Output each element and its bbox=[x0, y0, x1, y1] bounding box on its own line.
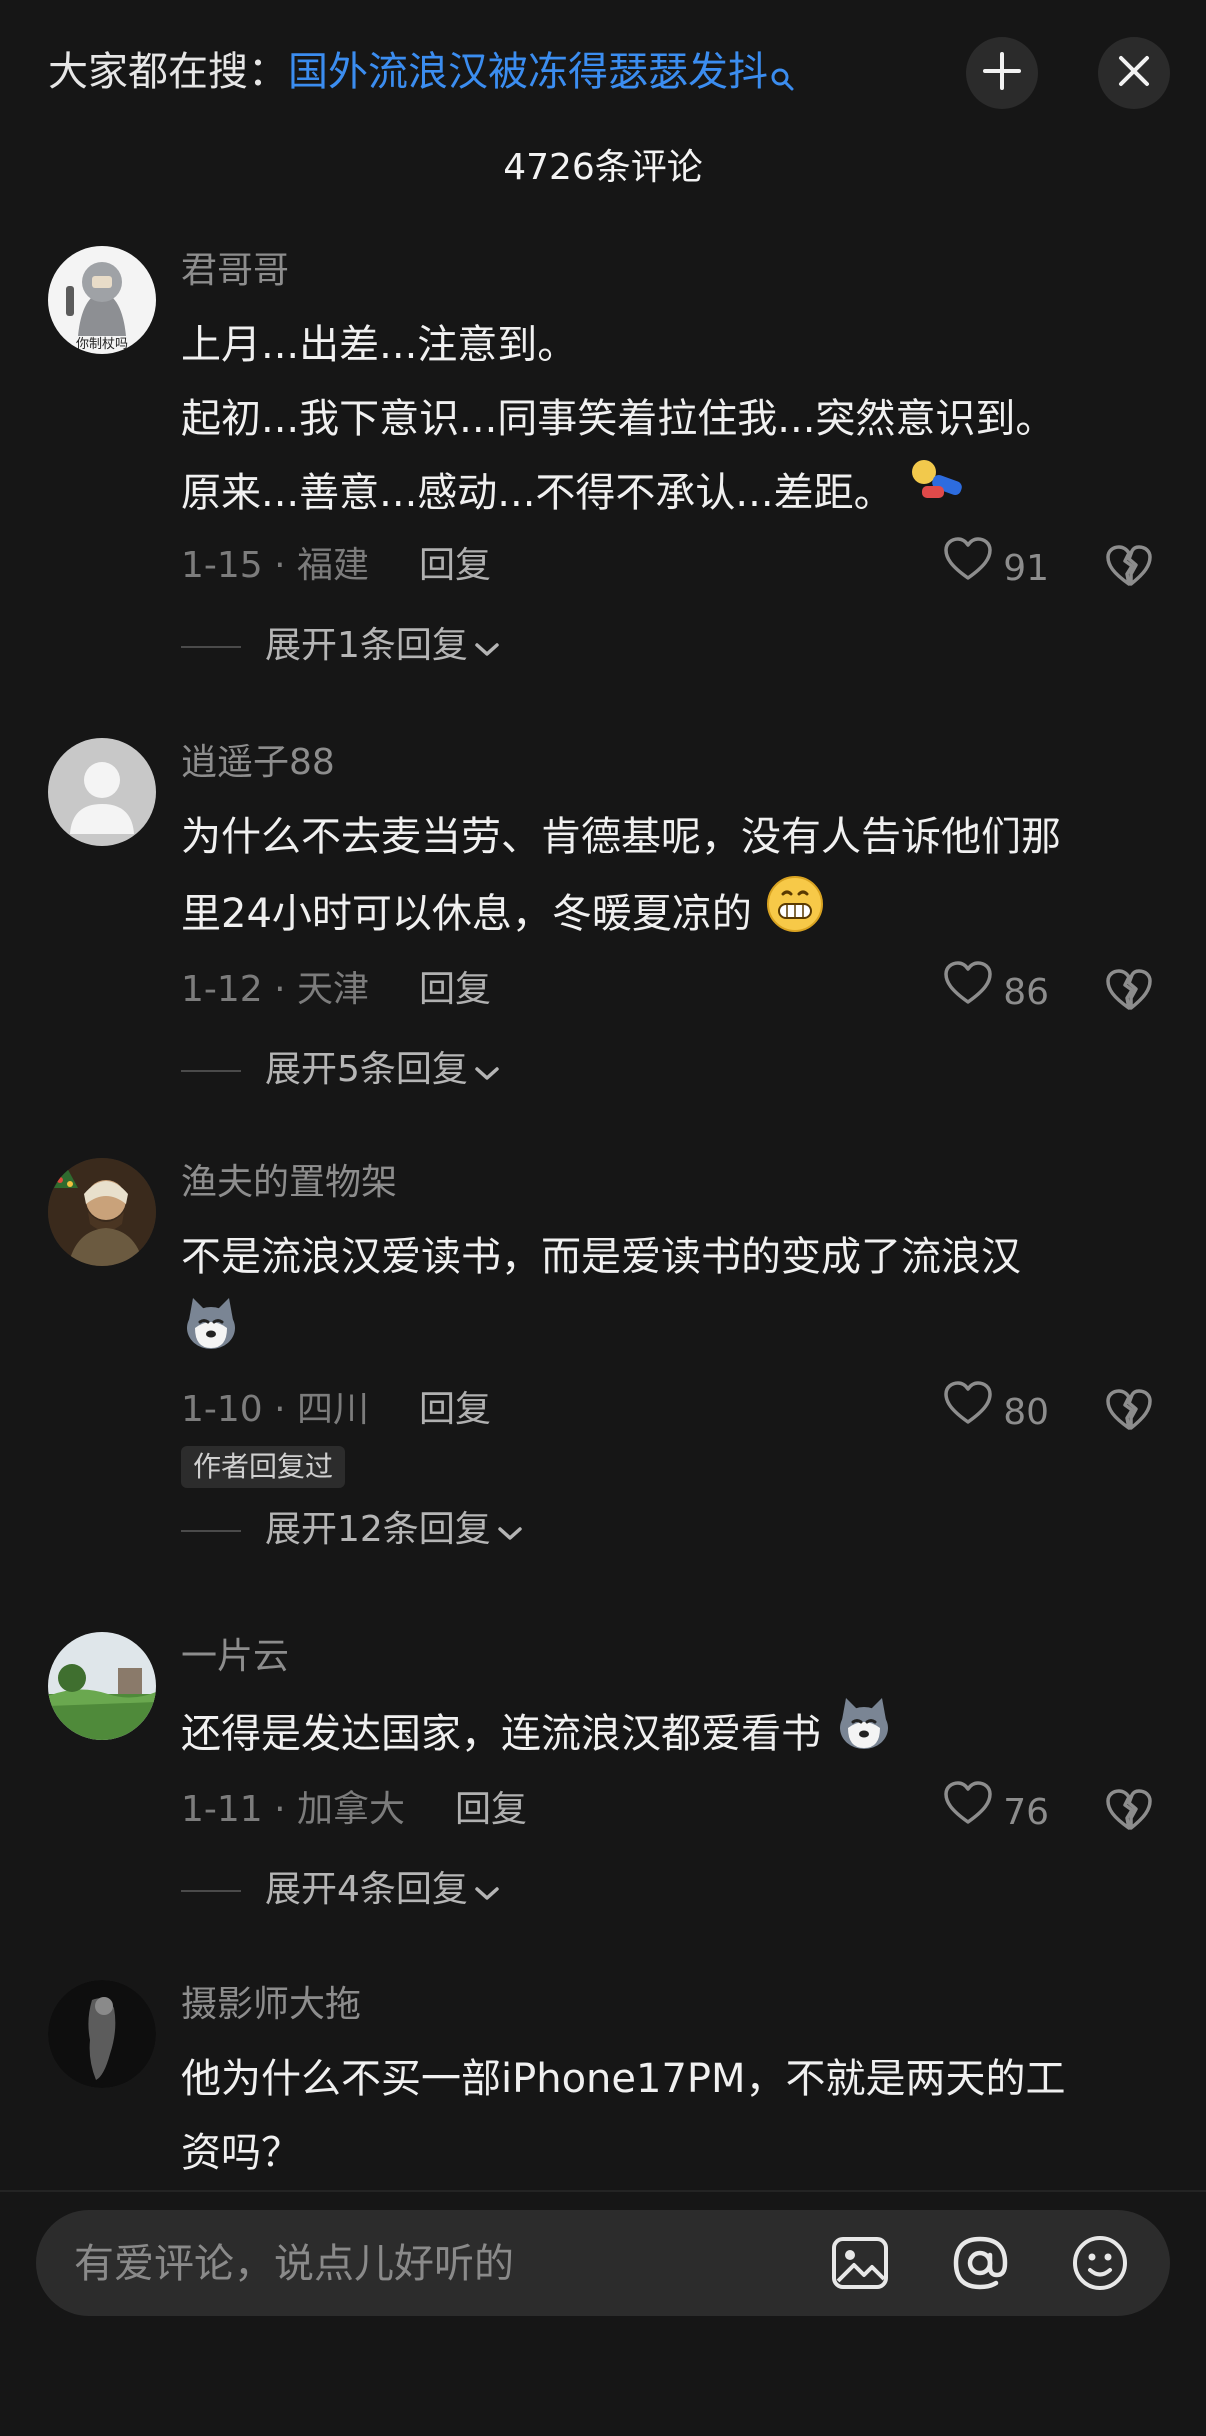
heart-icon bbox=[943, 960, 993, 1025]
divider bbox=[181, 1890, 241, 1892]
grin-emoji bbox=[765, 874, 825, 958]
chevron-down-icon bbox=[474, 617, 500, 677]
expand-replies-label: 展开12条回复 bbox=[265, 1509, 491, 1550]
close-icon bbox=[1116, 53, 1152, 93]
husky-emoji bbox=[834, 1694, 894, 1778]
like-count: 80 bbox=[1003, 1391, 1049, 1433]
dislike-button[interactable] bbox=[1105, 1388, 1153, 1451]
reply-button[interactable]: 回复 bbox=[419, 545, 491, 586]
comment-line: 起初...我下意识...同事笑着拉住我...突然意识到。 bbox=[181, 396, 1056, 442]
comment-date-location: 1-10 · 四川 bbox=[181, 1389, 370, 1430]
husky-emoji bbox=[181, 1294, 241, 1378]
comment-text: 不是流浪汉爱读书，而是爱读书的变成了流浪汉 bbox=[181, 1220, 1161, 1378]
close-button[interactable] bbox=[1098, 37, 1170, 109]
comment-line: 为什么不去麦当劳、肯德基呢，没有人告诉他们那 bbox=[181, 814, 1061, 860]
comment-text: 上月...出差...注意到。 起初...我下意识...同事笑着拉住我...突然意… bbox=[181, 308, 1161, 534]
collapse-icon bbox=[982, 51, 1022, 95]
comment-author[interactable]: 君哥哥 bbox=[181, 246, 1161, 296]
reply-button[interactable]: 回复 bbox=[455, 1789, 527, 1830]
comment-date-location: 1-11 · 加拿大 bbox=[181, 1789, 406, 1830]
chevron-down-icon bbox=[474, 1041, 500, 1101]
comment-count: 4726条评论 bbox=[503, 147, 703, 188]
avatar[interactable] bbox=[48, 1158, 156, 1266]
expand-replies-button[interactable]: 展开4条回复 bbox=[181, 1860, 1161, 1920]
avatar[interactable] bbox=[48, 1980, 156, 2088]
comment-text: 他为什么不买一部iPhone17PM，不就是两天的工 资吗？ bbox=[181, 2042, 1161, 2190]
image-icon[interactable] bbox=[830, 2233, 890, 2293]
comment-line: 不是流浪汉爱读书，而是爱读书的变成了流浪汉 bbox=[181, 1234, 1021, 1280]
svg-text:你制杖吗: 你制杖吗 bbox=[76, 337, 128, 352]
like-count: 86 bbox=[1003, 971, 1049, 1013]
avatar[interactable] bbox=[48, 1632, 156, 1740]
expand-replies-label: 展开1条回复 bbox=[265, 625, 468, 666]
at-icon[interactable] bbox=[950, 2233, 1010, 2293]
broken-heart-icon bbox=[1105, 545, 1153, 597]
reply-button[interactable]: 回复 bbox=[419, 1389, 491, 1430]
divider bbox=[181, 1070, 241, 1072]
like-button[interactable]: 76 bbox=[943, 1780, 1049, 1845]
comment-author[interactable]: 渔夫的置物架 bbox=[181, 1158, 1161, 1208]
comment-text: 为什么不去麦当劳、肯德基呢，没有人告诉他们那 里24小时可以休息，冬暖夏凉的 bbox=[181, 800, 1161, 958]
comment-author[interactable]: 逍遥子88 bbox=[181, 738, 1161, 788]
expand-replies-button[interactable]: 展开12条回复 bbox=[181, 1500, 1161, 1560]
comment-date-location: 1-15 · 福建 bbox=[181, 545, 370, 586]
heart-icon bbox=[943, 1380, 993, 1445]
heart-icon bbox=[943, 536, 993, 601]
broken-heart-icon bbox=[1105, 1389, 1153, 1441]
dislike-button[interactable] bbox=[1105, 1788, 1153, 1851]
avatar[interactable]: 你制杖吗 bbox=[48, 246, 156, 354]
comment-line: 他为什么不买一部iPhone17PM，不就是两天的工 bbox=[181, 2056, 1066, 2102]
comment-line: 上月...出差...注意到。 bbox=[181, 322, 578, 368]
comment-line: 资吗？ bbox=[181, 2130, 301, 2176]
input-divider bbox=[0, 2190, 1206, 2192]
search-icon[interactable] bbox=[770, 48, 794, 108]
trending-search[interactable]: 大家都在搜：国外流浪汉被冻得瑟瑟发抖 bbox=[48, 42, 794, 108]
dislike-button[interactable] bbox=[1105, 968, 1153, 1031]
like-count: 91 bbox=[1003, 547, 1049, 589]
sticker-emoji bbox=[906, 456, 972, 534]
like-count: 76 bbox=[1003, 1791, 1049, 1833]
comment-line: 还得是发达国家，连流浪汉都爱看书 bbox=[181, 1711, 821, 1757]
author-replied-badge: 作者回复过 bbox=[181, 1446, 346, 1488]
comment-line: 原来...善意...感动...不得不承认...差距。 bbox=[181, 470, 894, 516]
expand-replies-label: 展开5条回复 bbox=[265, 1049, 468, 1090]
chevron-down-icon bbox=[474, 1861, 500, 1921]
divider bbox=[181, 646, 241, 648]
broken-heart-icon bbox=[1105, 1789, 1153, 1841]
expand-replies-button[interactable]: 展开5条回复 bbox=[181, 1040, 1161, 1100]
comment-line: 里24小时可以休息，冬暖夏凉的 bbox=[181, 891, 752, 937]
trending-search-term[interactable]: 国外流浪汉被冻得瑟瑟发抖 bbox=[288, 49, 768, 95]
like-button[interactable]: 80 bbox=[943, 1380, 1049, 1445]
comment-date-location: 1-12 · 天津 bbox=[181, 969, 370, 1010]
like-button[interactable]: 86 bbox=[943, 960, 1049, 1025]
broken-heart-icon bbox=[1105, 969, 1153, 1021]
divider bbox=[181, 1530, 241, 1532]
like-button[interactable]: 91 bbox=[943, 536, 1049, 601]
comment-input-bar bbox=[36, 2210, 1170, 2318]
heart-icon bbox=[943, 1780, 993, 1845]
comment-input[interactable] bbox=[72, 2210, 776, 2318]
top-bar: 大家都在搜：国外流浪汉被冻得瑟瑟发抖 4726条评论 bbox=[0, 0, 1206, 188]
trending-search-prefix: 大家都在搜： bbox=[48, 49, 288, 95]
comment-text: 还得是发达国家，连流浪汉都爱看书 bbox=[181, 1694, 1161, 1778]
collapse-button[interactable] bbox=[966, 37, 1038, 109]
emoji-icon[interactable] bbox=[1070, 2233, 1130, 2293]
reply-button[interactable]: 回复 bbox=[419, 969, 491, 1010]
expand-replies-label: 展开4条回复 bbox=[265, 1869, 468, 1910]
avatar[interactable] bbox=[48, 738, 156, 846]
expand-replies-button[interactable]: 展开1条回复 bbox=[181, 616, 1161, 676]
chevron-down-icon bbox=[497, 1501, 523, 1561]
comment-author[interactable]: 一片云 bbox=[181, 1632, 1161, 1682]
comment-author[interactable]: 摄影师大拖 bbox=[181, 1980, 1161, 2030]
dislike-button[interactable] bbox=[1105, 544, 1153, 607]
